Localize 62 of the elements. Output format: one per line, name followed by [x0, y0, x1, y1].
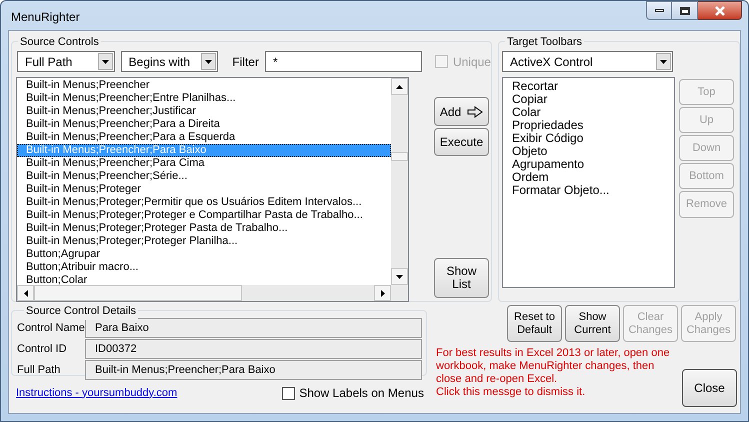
add-button[interactable]: Add: [434, 97, 489, 126]
list-item[interactable]: Built-in Menus;Preencher;Entre Planilhas...: [17, 92, 391, 105]
list-item[interactable]: Button;Agrupar: [17, 248, 391, 261]
field-value: Built-in Menus;Preencher;Para Baixo: [85, 360, 422, 380]
list-item[interactable]: Built-in Menus;Proteger;Proteger Pasta de Trabalho...: [17, 222, 391, 235]
filter-label: Filter: [232, 54, 259, 70]
close-button[interactable]: [698, 1, 742, 20]
execute-button[interactable]: Execute: [434, 128, 489, 156]
window-title: MenuRighter: [11, 9, 80, 26]
scroll-down-icon[interactable]: [391, 268, 408, 285]
list-item[interactable]: Built-in Menus;Proteger;Proteger Planilha...: [17, 235, 391, 248]
warning-message[interactable]: For best results in Excel 2013 or later, open one workbook, make MenuRighter changes, then close and re-open Excel. Click this messge to dismiss it.: [436, 347, 676, 407]
list-item[interactable]: Formatar Objeto...: [512, 184, 674, 197]
list-item[interactable]: Built-in Menus;Preencher;Para a Esquerda: [17, 131, 391, 144]
list-item[interactable]: Built-in Menus;Proteger: [17, 183, 391, 196]
arrow-right-icon: [467, 106, 484, 118]
minimize-button[interactable]: [646, 1, 672, 20]
path-dropdown[interactable]: Full Path: [17, 51, 115, 72]
list-item[interactable]: Built-in Menus;Preencher;Justificar: [17, 105, 391, 118]
list-item[interactable]: Recortar: [512, 80, 674, 93]
vertical-scrollbar[interactable]: [391, 78, 408, 285]
scroll-thumb[interactable]: [34, 285, 242, 301]
field-label: Control Name: [17, 320, 85, 336]
show-labels-checkbox[interactable]: [282, 386, 296, 400]
field-value: ID00372: [85, 339, 422, 359]
show-labels-label: Show Labels on Menus: [299, 385, 424, 402]
close-dialog-button[interactable]: Close: [682, 369, 737, 407]
filter-field[interactable]: *: [264, 51, 422, 72]
scroll-right-icon[interactable]: [374, 285, 391, 301]
list-item[interactable]: Built-in Menus;Preencher;Para Cima: [17, 157, 391, 170]
field-label: Control ID: [17, 342, 68, 357]
match-dropdown[interactable]: Begins with: [120, 51, 218, 72]
scroll-thumb[interactable]: [391, 152, 408, 161]
list-item[interactable]: Built-in Menus;Proteger;Proteger e Compartilhar Pasta de Trabalho...: [17, 209, 391, 222]
field-label: Full Path: [17, 362, 62, 378]
list-item[interactable]: Copiar: [512, 93, 674, 106]
group-title: Source Control Details: [24, 303, 138, 320]
scroll-left-icon[interactable]: [17, 285, 34, 301]
unique-label: Unique: [452, 54, 491, 70]
instructions-link[interactable]: Instructions - yoursumbuddy.com: [16, 384, 178, 402]
list-item[interactable]: Built-in Menus;Proteger;Permitir que os Usuários Editem Intervalos...: [17, 196, 391, 209]
field-value: Para Baixo: [85, 318, 422, 338]
list-item[interactable]: Built-in Menus;Preencher;Série...: [17, 170, 391, 183]
list-item[interactable]: Propriedades: [512, 119, 674, 132]
action-button[interactable]: Reset to Default: [507, 305, 562, 342]
group-title: Target Toolbars: [505, 34, 584, 50]
list-item[interactable]: Colar: [512, 106, 674, 119]
scroll-up-icon[interactable]: [391, 78, 408, 95]
list-item[interactable]: Ordem: [512, 171, 674, 184]
list-item[interactable]: Built-in Menus;Preencher;Para a Direita: [17, 118, 391, 131]
list-item[interactable]: Agrupamento: [512, 158, 674, 171]
list-item[interactable]: Built-in Menus;Preencher: [17, 79, 391, 92]
action-button[interactable]: Show Current: [565, 305, 620, 342]
close-icon: [714, 6, 726, 16]
toolbar-dropdown[interactable]: ActiveX Control: [502, 51, 673, 72]
maximize-button[interactable]: [672, 1, 698, 20]
list-item[interactable]: Exibir Código: [512, 132, 674, 145]
horizontal-scrollbar[interactable]: [17, 285, 408, 301]
show-list-button[interactable]: Show List: [434, 258, 489, 298]
list-item[interactable]: Button;Atribuir macro...: [17, 261, 391, 274]
list-item[interactable]: Objeto: [512, 145, 674, 158]
list-item[interactable]: Button;Colar: [17, 274, 391, 285]
